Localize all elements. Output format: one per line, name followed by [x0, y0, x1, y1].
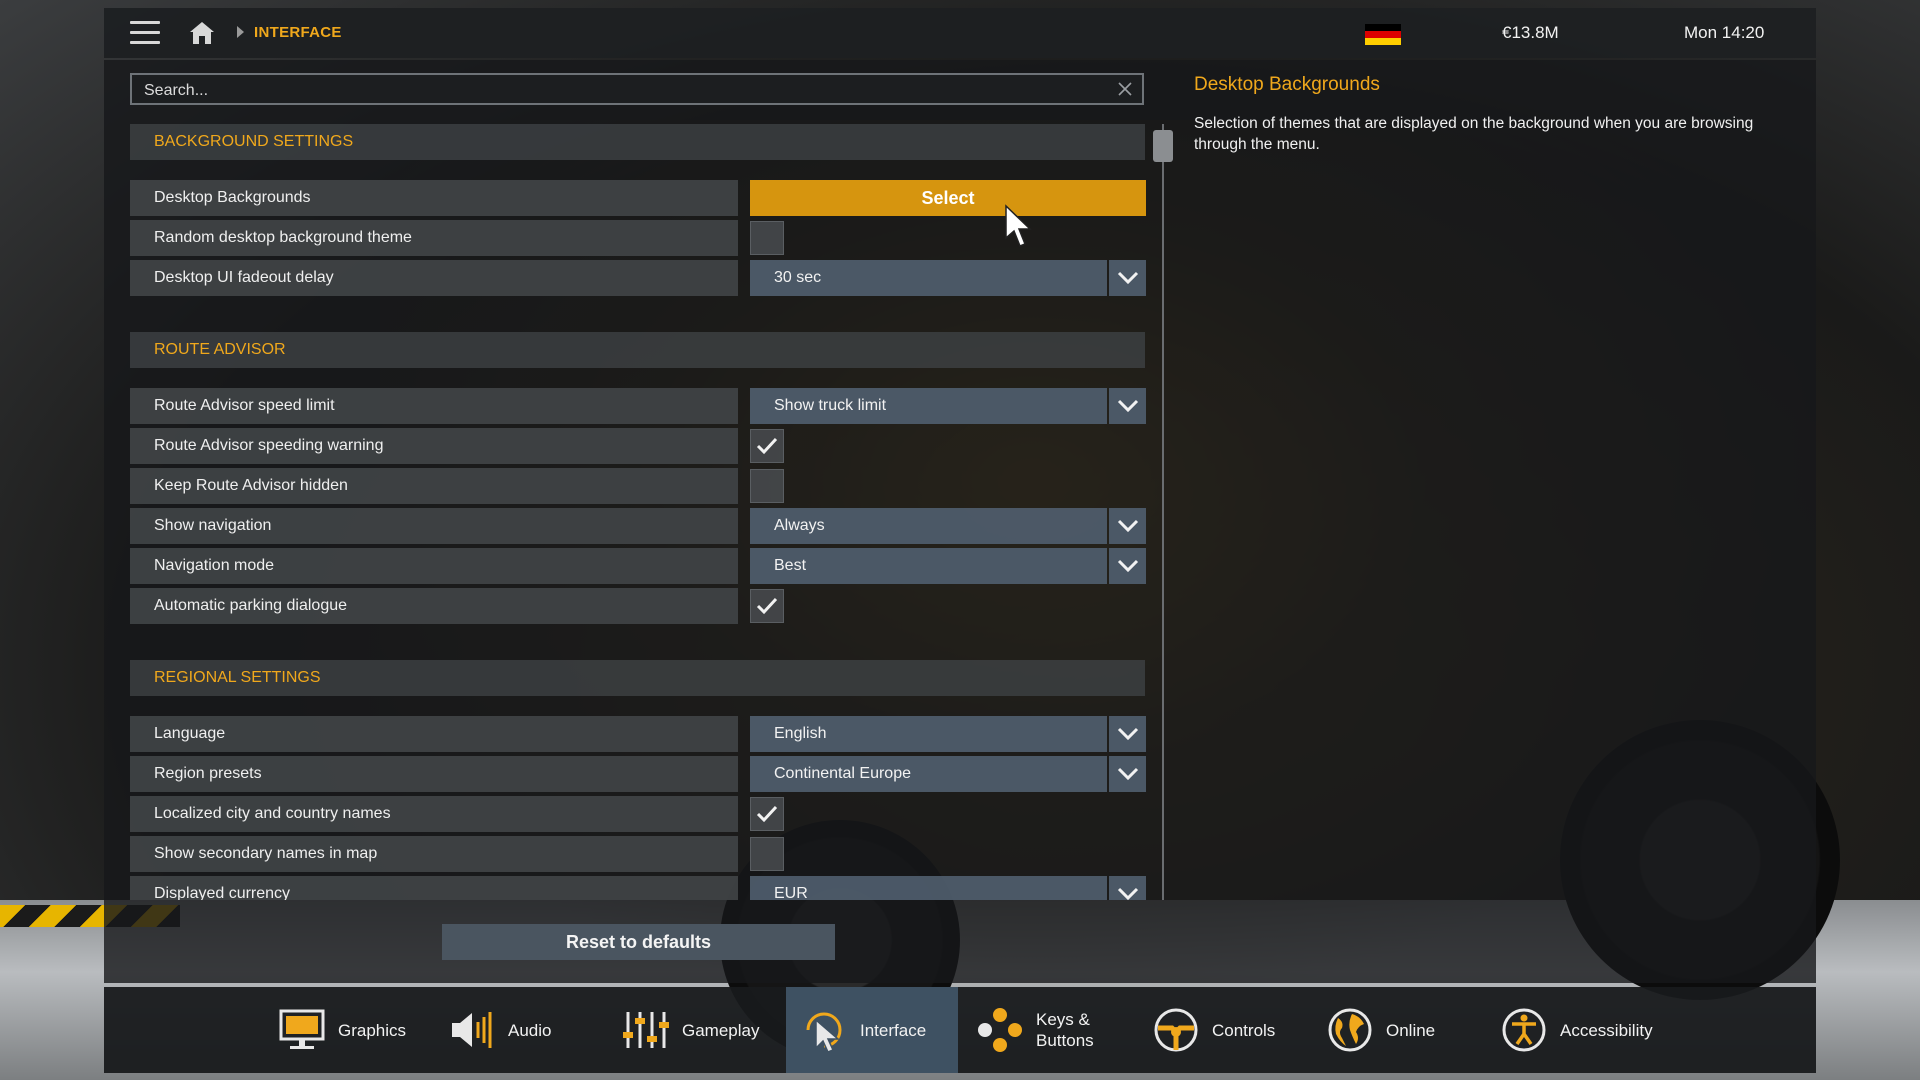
top-bar: INTERFACE €13.8M Mon 14:20: [104, 8, 1816, 58]
breadcrumb-arrow-icon: [237, 26, 244, 38]
globe-icon: [1324, 1004, 1376, 1056]
fadeout-delay-value: 30 sec: [750, 260, 1107, 296]
chevron-down-icon[interactable]: [1109, 876, 1146, 900]
tab-gameplay[interactable]: Gameplay: [608, 987, 780, 1073]
displayed-currency-value: EUR: [750, 876, 1107, 900]
settings-list[interactable]: BACKGROUND SETTINGS Desktop Backgrounds …: [130, 124, 1146, 900]
keep-route-advisor-hidden-label: Keep Route Advisor hidden: [130, 468, 738, 504]
route-advisor-speed-limit-label: Route Advisor speed limit: [130, 388, 738, 424]
tab-label-accessibility: Accessibility: [1560, 1020, 1653, 1040]
navigation-mode-dropdown[interactable]: Best: [750, 548, 1146, 584]
checkmark-icon: [756, 805, 778, 823]
breadcrumb: INTERFACE: [254, 24, 342, 41]
settings-scrollbar[interactable]: [1153, 124, 1173, 900]
tab-label-online: Online: [1386, 1020, 1436, 1040]
checkmark-icon: [756, 597, 778, 615]
accessibility-icon: [1498, 1004, 1550, 1056]
section-header-route-advisor: ROUTE ADVISOR: [130, 332, 1145, 368]
tab-label-audio: Audio: [508, 1020, 552, 1040]
tab-interface[interactable]: Interface: [786, 987, 958, 1073]
scrollbar-track: [1162, 124, 1164, 900]
displayed-currency-dropdown[interactable]: EUR: [750, 876, 1146, 900]
parking-dialogue-checkbox[interactable]: [750, 589, 784, 623]
cursor-icon: [798, 1004, 850, 1056]
tab-audio[interactable]: Audio: [434, 987, 606, 1073]
mouse-cursor-icon: [1004, 204, 1034, 255]
navigation-mode-label: Navigation mode: [130, 548, 738, 584]
tab-label-controls: Controls: [1212, 1020, 1276, 1040]
keep-route-advisor-hidden-checkbox[interactable]: [750, 469, 784, 503]
fadeout-delay-label: Desktop UI fadeout delay: [130, 260, 738, 296]
show-navigation-label: Show navigation: [130, 508, 738, 544]
tab-controls[interactable]: Controls: [1138, 987, 1310, 1073]
section-header-regional-settings: REGIONAL SETTINGS: [130, 660, 1145, 696]
game-clock: Mon 14:20: [1684, 23, 1765, 42]
buttons-icon: [974, 1004, 1026, 1056]
clear-search-icon[interactable]: [1116, 80, 1134, 98]
scrollbar-thumb[interactable]: [1153, 130, 1173, 162]
tab-keys-buttons[interactable]: Keys & Buttons: [962, 987, 1134, 1073]
tab-label-graphics: Graphics: [338, 1020, 407, 1040]
help-description: Selection of themes that are displayed o…: [1194, 115, 1754, 153]
home-icon[interactable]: [188, 20, 216, 46]
help-title: Desktop Backgrounds: [1194, 74, 1380, 95]
chevron-down-icon[interactable]: [1109, 260, 1146, 296]
german-flag-icon: [1365, 24, 1401, 45]
tab-accessibility[interactable]: Accessibility: [1486, 987, 1686, 1073]
speeding-warning-checkbox[interactable]: [750, 429, 784, 463]
random-background-theme-checkbox[interactable]: [750, 221, 784, 255]
random-background-theme-label: Random desktop background theme: [130, 220, 738, 256]
steering-wheel-icon: [1150, 1004, 1202, 1056]
fadeout-delay-dropdown[interactable]: 30 sec: [750, 260, 1146, 296]
tab-online[interactable]: Online: [1312, 987, 1484, 1073]
settings-category-bar: Graphics Audio Gameplay Interface Keys &…: [104, 987, 1816, 1073]
region-presets-dropdown[interactable]: Continental Europe: [750, 756, 1146, 792]
desktop-backgrounds-label: Desktop Backgrounds: [130, 180, 738, 216]
tab-label-keys-buttons: Keys & Buttons: [1036, 1010, 1094, 1050]
region-presets-value: Continental Europe: [750, 756, 1107, 792]
chevron-down-icon[interactable]: [1109, 388, 1146, 424]
menu-icon[interactable]: [130, 21, 160, 45]
secondary-names-label: Show secondary names in map: [130, 836, 738, 872]
checkmark-icon: [756, 437, 778, 455]
section-header-background-settings: BACKGROUND SETTINGS: [130, 124, 1145, 160]
reset-to-defaults-button[interactable]: Reset to defaults: [442, 924, 835, 960]
parking-dialogue-label: Automatic parking dialogue: [130, 588, 738, 624]
speaker-icon: [446, 1004, 498, 1056]
chevron-down-icon[interactable]: [1109, 548, 1146, 584]
chevron-down-icon[interactable]: [1109, 756, 1146, 792]
show-navigation-value: Always: [750, 508, 1107, 544]
secondary-names-checkbox[interactable]: [750, 837, 784, 871]
route-advisor-speed-limit-value: Show truck limit: [750, 388, 1107, 424]
tab-label-gameplay: Gameplay: [682, 1020, 760, 1040]
monitor-icon: [276, 1004, 328, 1056]
chevron-down-icon[interactable]: [1109, 508, 1146, 544]
navigation-mode-value: Best: [750, 548, 1107, 584]
tab-graphics[interactable]: Graphics: [264, 987, 434, 1073]
money-display: €13.8M: [1502, 23, 1559, 42]
search-box[interactable]: [130, 73, 1144, 105]
language-label: Language: [130, 716, 738, 752]
region-presets-label: Region presets: [130, 756, 738, 792]
displayed-currency-label: Displayed currency: [130, 876, 738, 900]
localized-names-label: Localized city and country names: [130, 796, 738, 832]
desktop-backgrounds-select-button[interactable]: Select: [750, 180, 1146, 216]
chevron-down-icon[interactable]: [1109, 716, 1146, 752]
show-navigation-dropdown[interactable]: Always: [750, 508, 1146, 544]
tab-label-interface: Interface: [860, 1020, 927, 1040]
localized-names-checkbox[interactable]: [750, 797, 784, 831]
language-value: English: [750, 716, 1107, 752]
language-dropdown[interactable]: English: [750, 716, 1146, 752]
search-input[interactable]: [142, 79, 1086, 103]
speeding-warning-label: Route Advisor speeding warning: [130, 428, 738, 464]
sliders-icon: [620, 1004, 672, 1056]
route-advisor-speed-limit-dropdown[interactable]: Show truck limit: [750, 388, 1146, 424]
